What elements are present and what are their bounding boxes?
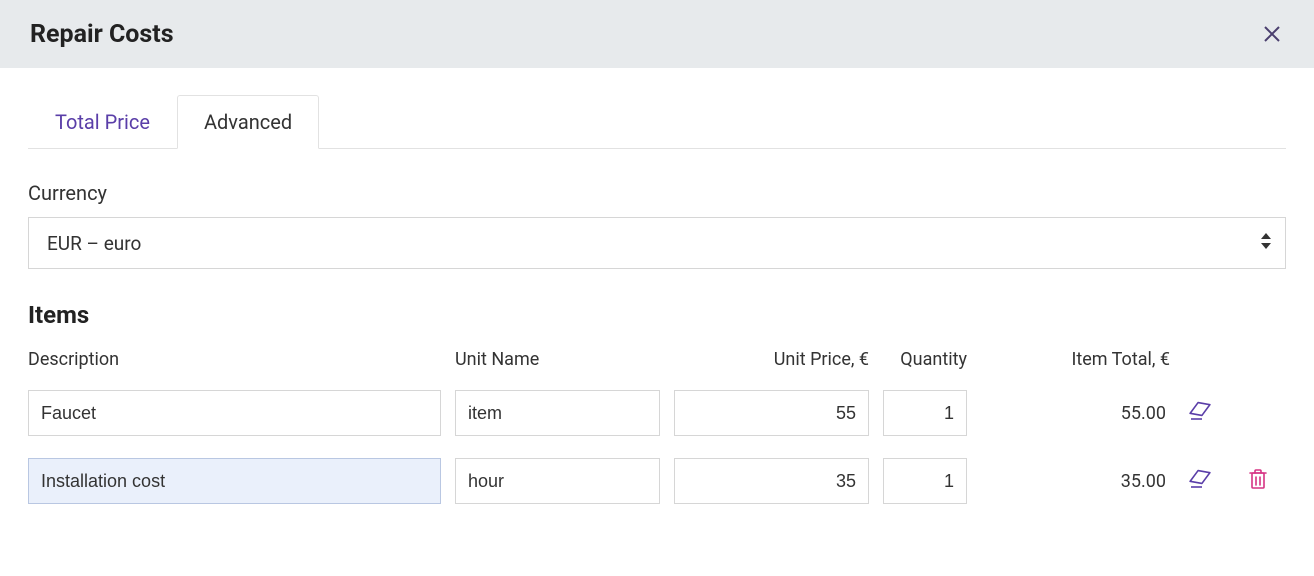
eraser-icon xyxy=(1188,468,1212,494)
items-table: Description Unit Name Unit Price, € Quan… xyxy=(28,349,1286,526)
col-item-total: Item Total, € xyxy=(981,349,1170,386)
delete-row-button[interactable] xyxy=(1242,465,1274,497)
tab-total-price[interactable]: Total Price xyxy=(28,95,177,149)
currency-select[interactable]: EUR – euro xyxy=(28,217,1286,269)
description-input[interactable] xyxy=(28,458,441,504)
item-total-value: 55.00 xyxy=(981,403,1170,424)
tabs: Total Price Advanced xyxy=(28,94,1286,149)
currency-label: Currency xyxy=(28,181,1286,205)
col-unit-price: Unit Price, € xyxy=(674,349,869,386)
clear-row-button[interactable] xyxy=(1184,465,1216,497)
dialog-title: Repair Costs xyxy=(30,20,174,49)
unit-price-input[interactable] xyxy=(674,390,869,436)
dialog-header: Repair Costs xyxy=(0,0,1314,68)
row-spacer xyxy=(28,436,1286,458)
currency-select-value: EUR – euro xyxy=(28,217,1286,269)
eraser-icon xyxy=(1188,400,1212,426)
close-button[interactable] xyxy=(1258,20,1286,48)
col-quantity: Quantity xyxy=(883,349,967,386)
close-icon xyxy=(1263,25,1281,43)
description-input[interactable] xyxy=(28,390,441,436)
row-spacer xyxy=(28,504,1286,526)
clear-row-button[interactable] xyxy=(1184,397,1216,429)
delete-row-placeholder xyxy=(1242,397,1274,429)
tab-advanced[interactable]: Advanced xyxy=(177,95,319,149)
unit-name-input[interactable] xyxy=(455,390,660,436)
quantity-input[interactable] xyxy=(883,458,967,504)
item-total-value: 35.00 xyxy=(981,471,1170,492)
trash-icon xyxy=(1248,468,1268,494)
unit-price-input[interactable] xyxy=(674,458,869,504)
quantity-input[interactable] xyxy=(883,390,967,436)
unit-name-input[interactable] xyxy=(455,458,660,504)
items-heading: Items xyxy=(28,301,1286,329)
col-description: Description xyxy=(28,349,441,386)
col-unit-name: Unit Name xyxy=(455,349,660,386)
dialog-body: Total Price Advanced Currency EUR – euro… xyxy=(0,68,1314,546)
